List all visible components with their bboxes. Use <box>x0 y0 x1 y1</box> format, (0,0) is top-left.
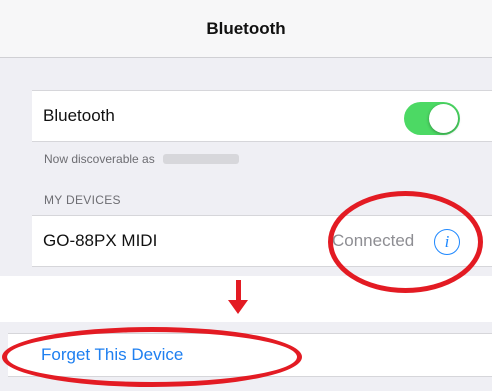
device-status: Connected <box>332 231 415 250</box>
discoverable-text: Now discoverable as <box>44 152 155 166</box>
blurred-device-name <box>162 154 239 164</box>
device-row-go-88px-midi[interactable]: GO-88PX MIDI Connected i <box>32 215 492 267</box>
down-arrow-icon <box>228 300 248 314</box>
down-arrow-shaft <box>236 280 241 302</box>
bluetooth-label: Bluetooth <box>43 106 115 125</box>
my-devices-header: MY DEVICES <box>44 193 121 207</box>
device-name: GO-88PX MIDI <box>43 231 158 250</box>
info-icon[interactable]: i <box>434 229 460 255</box>
navigation-bar: Bluetooth <box>0 0 492 58</box>
tutorial-figure: Bluetooth Bluetooth Now discoverable as … <box>0 0 492 391</box>
device-detail-screen: Forget This Device <box>0 322 492 391</box>
toggle-knob <box>429 104 458 133</box>
forget-device-button[interactable]: Forget This Device <box>41 345 183 365</box>
bluetooth-settings-screen: Bluetooth Bluetooth Now discoverable as … <box>0 0 492 276</box>
bluetooth-toggle-row: Bluetooth <box>32 90 492 142</box>
bluetooth-toggle[interactable] <box>404 102 460 135</box>
discoverable-note: Now discoverable as <box>44 152 239 166</box>
page-title: Bluetooth <box>206 18 286 38</box>
forget-device-row[interactable]: Forget This Device <box>8 333 492 377</box>
